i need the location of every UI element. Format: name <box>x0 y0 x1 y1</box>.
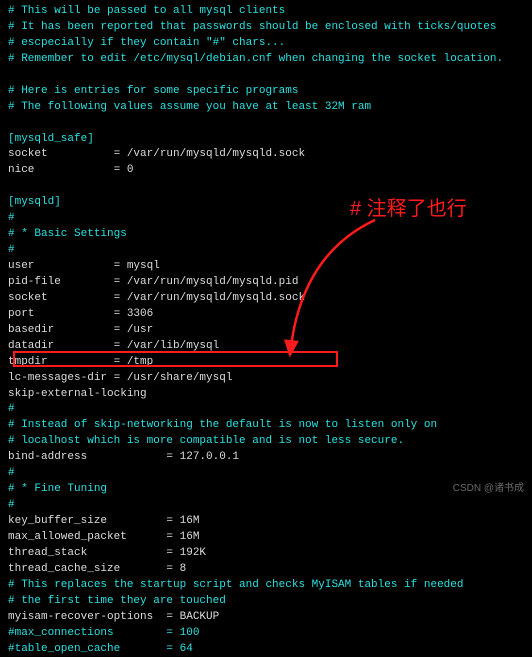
comment-line: #max_connections = 100 <box>8 626 524 642</box>
comment-line: # * Fine Tuning <box>8 482 524 498</box>
watermark: CSDN @诸书成 <box>453 482 524 497</box>
setting-thread-cache: thread_cache_size = 8 <box>8 562 524 578</box>
comment-line: # localhost which is more compatible and… <box>8 434 524 450</box>
setting-nice: nice = 0 <box>8 163 524 179</box>
comment-line: # This replaces the startup script and c… <box>8 578 524 594</box>
setting-skip-external-locking: skip-external-locking <box>8 387 524 403</box>
comment-line: # <box>8 498 524 514</box>
comment-line: # This will be passed to all mysql clien… <box>8 4 524 20</box>
setting-bind-address: bind-address = 127.0.0.1 <box>8 450 524 466</box>
comment-line: # <box>8 243 524 259</box>
setting-lc-messages: lc-messages-dir = /usr/share/mysql <box>8 371 524 387</box>
setting-basedir: basedir = /usr <box>8 323 524 339</box>
comment-line: # Remember to edit /etc/mysql/debian.cnf… <box>8 52 524 68</box>
setting-socket: socket = /var/run/mysqld/mysqld.sock <box>8 147 524 163</box>
comment-line: # escpecially if they contain "#" chars.… <box>8 36 524 52</box>
comment-line: # Instead of skip-networking the default… <box>8 418 524 434</box>
setting-pid-file: pid-file = /var/run/mysqld/mysqld.pid <box>8 275 524 291</box>
terminal-content: # This will be passed to all mysql clien… <box>8 4 524 657</box>
section-mysqld-safe: [mysqld_safe] <box>8 132 524 148</box>
comment-line: # <box>8 466 524 482</box>
comment-line: # the first time they are touched <box>8 594 524 610</box>
setting-tmpdir: tmpdir = /tmp <box>8 355 524 371</box>
setting-max-allowed-packet: max_allowed_packet = 16M <box>8 530 524 546</box>
setting-port: port = 3306 <box>8 307 524 323</box>
setting-datadir: datadir = /var/lib/mysql <box>8 339 524 355</box>
comment-line: #table_open_cache = 64 <box>8 642 524 657</box>
setting-user: user = mysql <box>8 259 524 275</box>
comment-line: # It has been reported that passwords sh… <box>8 20 524 36</box>
setting-socket: socket = /var/run/mysqld/mysqld.sock <box>8 291 524 307</box>
setting-thread-stack: thread_stack = 192K <box>8 546 524 562</box>
comment-line: # <box>8 402 524 418</box>
setting-myisam-recover: myisam-recover-options = BACKUP <box>8 610 524 626</box>
setting-key-buffer: key_buffer_size = 16M <box>8 514 524 530</box>
comment-line: # The following values assume you have a… <box>8 100 524 116</box>
section-mysqld: [mysqld] <box>8 195 524 211</box>
comment-line: # Here is entries for some specific prog… <box>8 84 524 100</box>
comment-line: # <box>8 211 524 227</box>
comment-line: # * Basic Settings <box>8 227 524 243</box>
